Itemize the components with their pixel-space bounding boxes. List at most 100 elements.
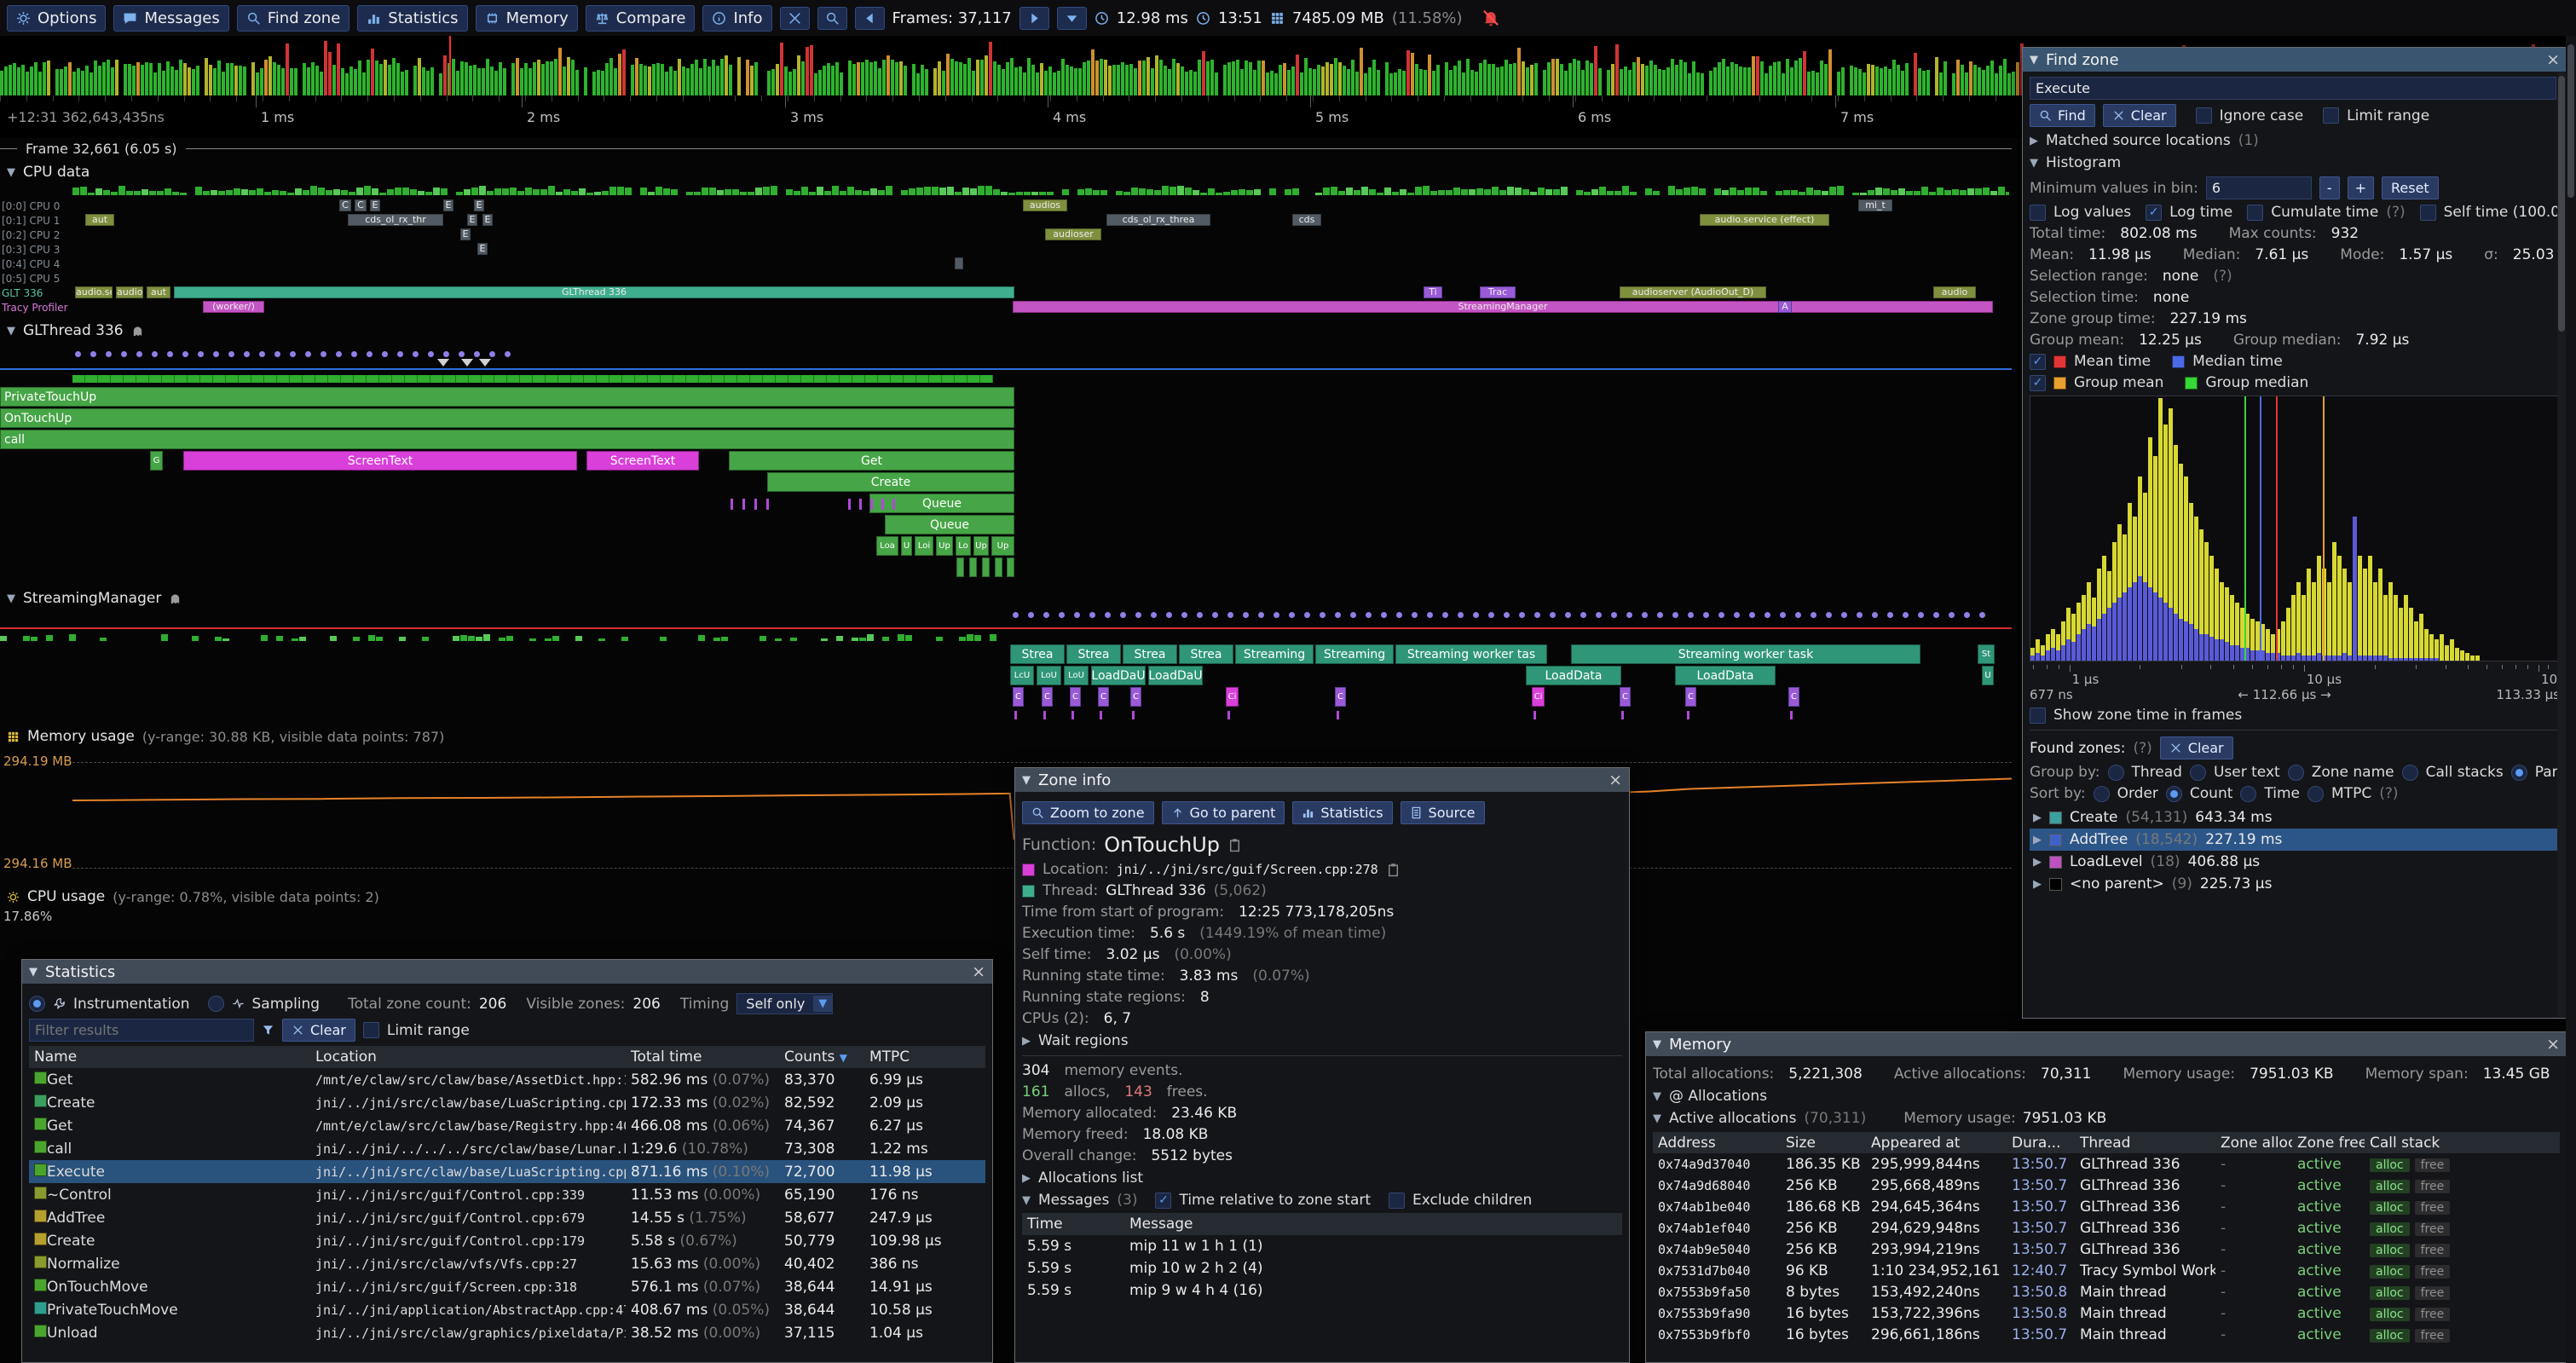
message-dot[interactable] [1442,612,1448,618]
timeline-zone[interactable]: C [1042,687,1053,707]
message-dot[interactable] [1350,612,1356,618]
message-dot[interactable] [1933,612,1939,618]
message-dot[interactable] [228,351,234,357]
frame-dropdown-button[interactable] [1057,7,1087,30]
cpu-zone[interactable]: aut [147,286,170,298]
timeline-zone[interactable]: Get [729,451,1014,471]
ignore-case-checkbox[interactable] [2196,107,2212,124]
timeline-zone[interactable]: U [901,536,912,556]
message-dot[interactable] [244,351,250,357]
timeline-zone[interactable] [956,557,964,577]
found-zone-group[interactable]: ▶<no parent>(9)225.73 µs [2030,873,2560,895]
close-icon[interactable]: × [1609,772,1622,788]
instrumentation-radio[interactable] [29,996,45,1012]
memory-usage-plot[interactable] [0,747,2012,875]
cpu-zone[interactable]: E [474,199,484,211]
message-dot[interactable] [152,351,158,357]
clear-filter-button[interactable]: Clear [282,1019,355,1042]
zone-source-button[interactable]: Source [1401,801,1485,824]
cpu-zone[interactable]: E [460,228,471,240]
timeline-zone[interactable]: St [1978,644,1995,664]
message-dot[interactable] [1059,612,1065,618]
message-dot[interactable] [1826,612,1832,618]
timeline-zone[interactable]: OnTouchUp [0,408,1014,428]
cpu-zone[interactable]: Trac [1480,286,1516,298]
message-dot[interactable] [428,351,434,357]
show-zone-time-checkbox[interactable] [2030,707,2046,724]
timeline-zone[interactable]: LoadDaU [1148,666,1203,685]
message-dot[interactable] [1565,612,1571,618]
statistics-row[interactable]: Get/mnt/e/claw/src/claw/base/AssetDict.h… [29,1068,985,1091]
message-dot[interactable] [1580,612,1586,618]
memory-button[interactable]: Memory [476,5,578,32]
message-dot[interactable] [489,351,495,357]
statistics-row[interactable]: PrivateTouchMovejni/../jni/application/A… [29,1298,985,1321]
timeline-zone[interactable]: Streaming [1315,644,1394,664]
wait-regions-expander[interactable]: ▶Wait regions [1022,1032,1622,1049]
next-frame-button[interactable] [1019,7,1049,30]
message-dot[interactable] [274,351,280,357]
message-dot[interactable] [1320,612,1326,618]
message-dot[interactable] [259,351,265,357]
cpu-zone[interactable]: E [467,214,477,226]
message-dot[interactable] [1596,612,1602,618]
group-by-radio-call-stacks[interactable] [2402,765,2418,781]
message-dot[interactable] [1703,612,1709,618]
message-dot[interactable] [1642,612,1648,618]
message-marker[interactable] [1337,711,1339,719]
memory-table-header[interactable]: Address Size Appeared at Dura... Thread … [1653,1132,2560,1153]
message-dot[interactable] [1197,612,1203,618]
cpu-zone[interactable]: audio.service (effect) [1700,214,1829,226]
timeline-zone[interactable]: Lo [956,536,971,556]
min-bin-input[interactable] [2206,176,2312,199]
timeline-zone[interactable]: U [1982,666,1994,685]
message-dot[interactable] [1857,612,1863,618]
help-icon[interactable]: (?) [2133,740,2151,757]
zoom-to-zone-button[interactable]: Zoom to zone [1022,801,1154,824]
message-dot[interactable] [336,351,342,357]
statistics-button[interactable]: Statistics [357,5,467,32]
timeline-zone[interactable] [969,557,977,577]
message-row[interactable]: 5.59 smip 11 w 1 h 1 (1) [1022,1235,1622,1257]
timeline-zone[interactable]: C [1620,687,1631,707]
group-by-radio-zone-name[interactable] [2288,765,2304,781]
timeline-zone[interactable]: Strea [1179,644,1233,664]
collapse-icon[interactable]: ▼ [7,592,15,605]
message-dot[interactable] [1918,612,1924,618]
message-marker[interactable] [1533,711,1536,719]
cpu-zone[interactable]: StreamingManager [1013,301,1993,313]
message-row[interactable]: 5.59 smip 9 w 4 h 4 (16) [1022,1279,1622,1302]
bin-decrease-button[interactable]: - [2319,176,2340,199]
statistics-row[interactable]: Executejni/../jni/src/claw/base/LuaScrip… [29,1160,985,1183]
sort-by-radio-count[interactable] [2166,786,2182,802]
timeline-zone[interactable]: PrivateTouchUp [0,387,1014,407]
message-dot[interactable] [1181,612,1187,618]
copy-icon[interactable] [1227,838,1242,852]
cpu-zone[interactable]: audioserver (AudioOut_D) [1620,286,1766,298]
cpu-zone[interactable]: C [355,199,367,211]
sort-by-radio-time[interactable] [2240,786,2256,802]
message-dot[interactable] [1243,612,1249,618]
statistics-titlebar[interactable]: ▼ Statistics × [22,960,992,984]
message-dot[interactable] [1074,612,1080,618]
cpu-zone[interactable]: audioser [1045,228,1101,240]
message-dot[interactable] [106,351,112,357]
message-dot[interactable] [1550,612,1556,618]
message-dot[interactable] [75,351,81,357]
timeline-zone[interactable]: C [1335,687,1346,707]
message-dot[interactable] [1396,612,1402,618]
message-marker[interactable] [731,499,733,510]
message-marker[interactable] [742,499,745,510]
message-dot[interactable] [1718,612,1724,618]
streaming-header[interactable]: ▼ StreamingManager [7,590,182,607]
cpu-zone[interactable] [955,257,963,269]
allocation-row[interactable]: 0x74ab1be040186.68 KB294,645,364ns13:50.… [1653,1196,2560,1217]
cpu-zone[interactable]: E [482,214,493,226]
message-dot[interactable] [1734,612,1740,618]
memory-plot-header[interactable]: Memory usage (y-range: 30.88 KB, visible… [7,728,444,745]
timeline-zone[interactable]: call [0,430,1014,449]
collapse-icon[interactable]: ▼ [7,166,15,179]
message-dot[interactable] [1227,612,1233,618]
message-marker[interactable] [754,499,757,510]
message-dot[interactable] [121,351,127,357]
